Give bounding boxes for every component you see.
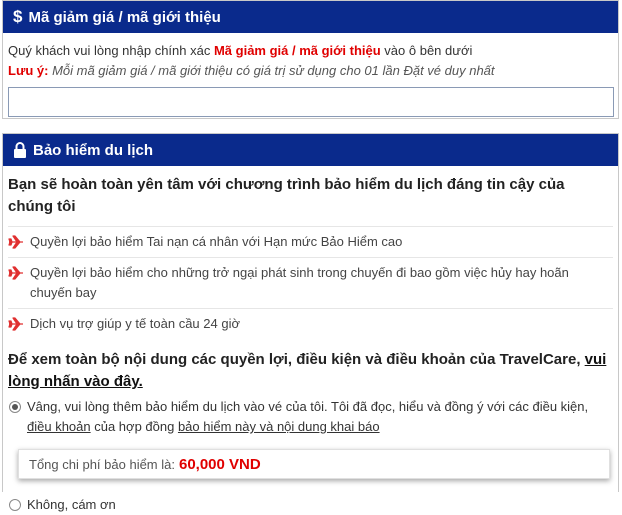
policy-link[interactable]: bảo hiểm này và nội dung khai báo — [178, 419, 380, 434]
benefit-item: Quyền lợi bảo hiểm cho những trở ngại ph… — [8, 257, 613, 308]
lock-icon — [13, 142, 27, 158]
terms-notice: Để xem toàn bộ nội dung các quyền lợi, đ… — [8, 349, 613, 393]
no-label: Không, cám ơn — [27, 497, 116, 512]
airplane-icon — [8, 266, 23, 280]
conditions-link[interactable]: điều khoản — [27, 419, 91, 434]
insurance-total-box: Tổng chi phí bảo hiểm là: 60,000 VND — [18, 449, 610, 479]
total-amount: 60,000 VND — [178, 455, 261, 473]
benefit-item: Dịch vụ trợ giúp y tế toàn cầu 24 giờ — [8, 308, 613, 339]
promo-note: Lưu ý: Mỗi mã giảm giá / mã giới thiệu c… — [8, 61, 613, 81]
promo-instruction-suffix: vào ô bên dưới — [380, 43, 473, 58]
insurance-yes-option[interactable]: Vâng, vui lòng thêm bảo hiểm du lịch vào… — [8, 397, 613, 437]
yes-radio[interactable] — [9, 401, 21, 413]
total-label: Tổng chi phí bảo hiểm là: — [29, 456, 175, 472]
benefit-text: Dịch vụ trợ giúp y tế toàn cầu 24 giờ — [30, 316, 240, 331]
yes-text: Vâng, vui lòng thêm bảo hiểm du lịch vào… — [27, 399, 589, 414]
insurance-headline: Bạn sẽ hoàn toàn yên tâm với chương trìn… — [8, 176, 565, 215]
promo-note-label: Lưu ý: — [8, 63, 49, 78]
yes-text-2: của hợp đồng — [90, 419, 178, 434]
travel-insurance-panel: Bảo hiểm du lịch Bạn sẽ hoàn toàn yên tâ… — [2, 133, 619, 512]
benefit-text: Quyền lợi bảo hiểm Tai nạn cá nhân với H… — [30, 234, 403, 249]
terms-text: Để xem toàn bộ nội dung các quyền lợi, đ… — [8, 351, 585, 368]
airplane-icon — [8, 317, 23, 331]
insurance-no-option[interactable]: Không, cám ơn — [8, 495, 613, 515]
promo-code-header: $ Mã giảm giá / mã giới thiệu — [3, 1, 618, 33]
promo-instruction-highlight: Mã giảm giá / mã giới thiệu — [213, 43, 381, 58]
no-radio[interactable] — [9, 499, 21, 511]
promo-code-title: Mã giảm giá / mã giới thiệu — [28, 8, 221, 26]
promo-code-input[interactable] — [8, 87, 614, 117]
travel-insurance-title: Bảo hiểm du lịch — [33, 141, 154, 159]
promo-instruction-text: Quý khách vui lòng nhập chính xác — [8, 43, 214, 58]
benefit-item: Quyền lợi bảo hiểm Tai nạn cá nhân với H… — [8, 226, 613, 257]
promo-code-body: Quý khách vui lòng nhập chính xác Mã giả… — [3, 33, 618, 117]
yes-label: Vâng, vui lòng thêm bảo hiểm du lịch vào… — [27, 397, 613, 437]
dollar-icon: $ — [13, 7, 23, 26]
benefit-text: Quyền lợi bảo hiểm cho những trở ngại ph… — [30, 265, 569, 300]
airplane-icon — [8, 235, 23, 249]
promo-instruction: Quý khách vui lòng nhập chính xác Mã giả… — [8, 41, 613, 61]
promo-code-panel: $ Mã giảm giá / mã giới thiệu Quý khách … — [2, 0, 619, 119]
travel-insurance-header: Bảo hiểm du lịch — [3, 134, 618, 166]
promo-note-text: Mỗi mã giảm giá / mã giới thiệu có giá t… — [48, 63, 495, 78]
travel-insurance-body: Bạn sẽ hoàn toàn yên tâm với chương trìn… — [3, 166, 618, 515]
